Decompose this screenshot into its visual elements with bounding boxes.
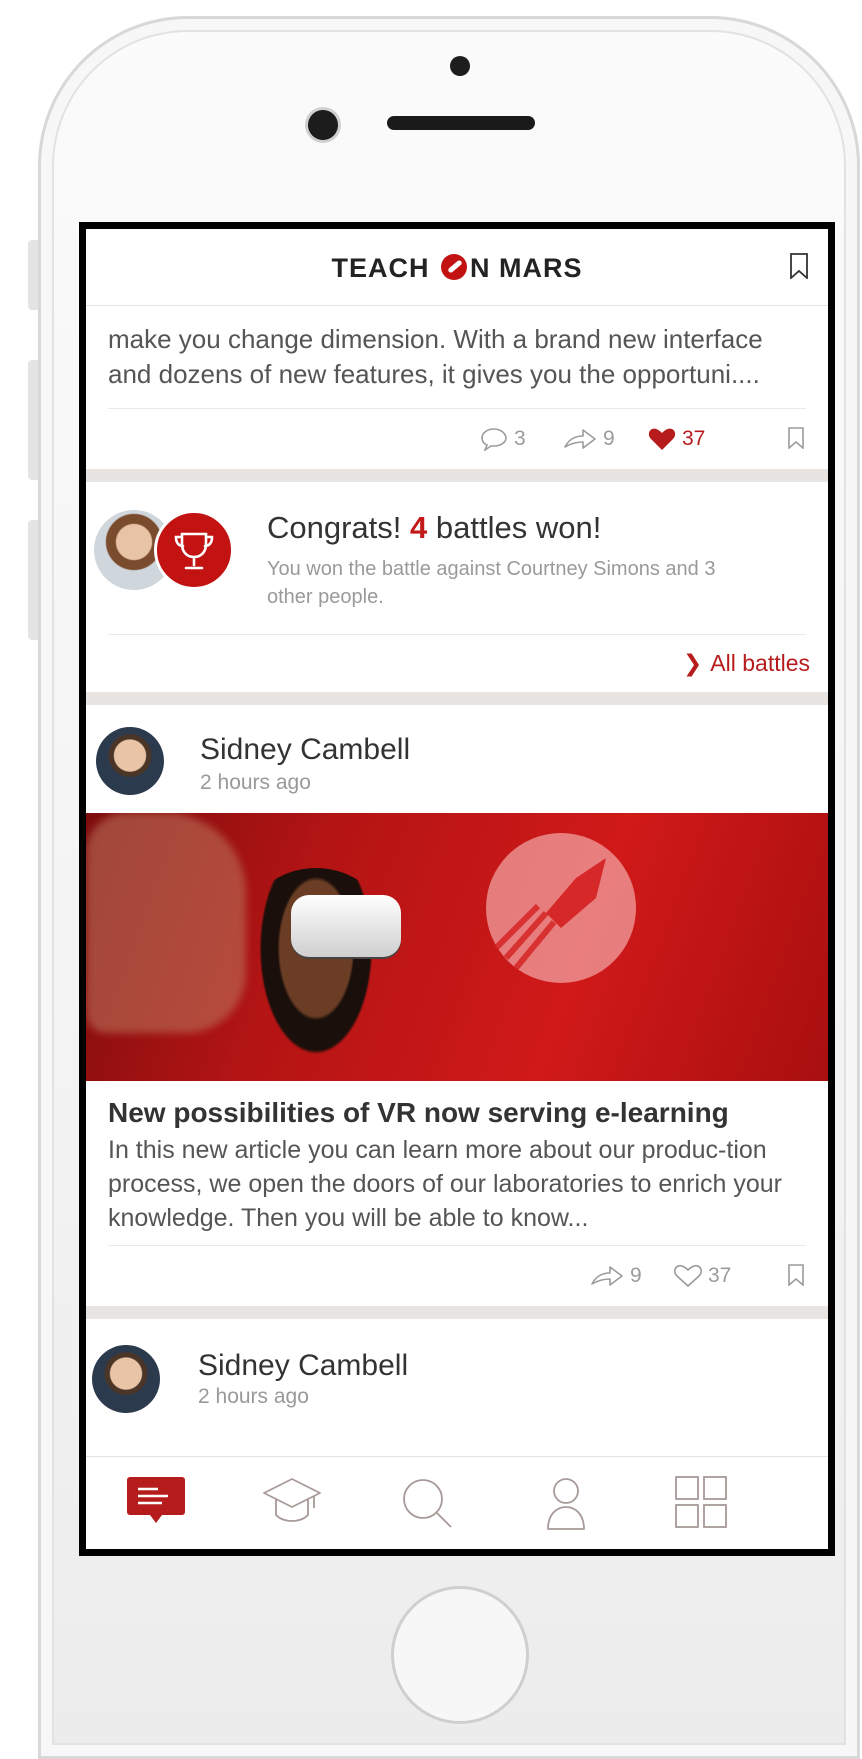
- post-actions: 9 37: [108, 1245, 806, 1306]
- front-sensor: [450, 56, 470, 76]
- tab-news-feed[interactable]: [126, 1475, 186, 1535]
- share-action[interactable]: 9: [563, 427, 615, 451]
- bookmark-icon: [788, 1264, 804, 1286]
- post-actions: 3 9 37: [108, 408, 806, 469]
- front-camera: [308, 110, 338, 140]
- logo-text-left: TEACH: [331, 253, 438, 283]
- separator: [86, 469, 828, 482]
- home-button[interactable]: [391, 1586, 529, 1724]
- graduation-cap-icon: [263, 1478, 321, 1522]
- separator: [86, 692, 828, 705]
- bookmark-action[interactable]: [788, 1264, 804, 1286]
- heart-outline-icon: [674, 1264, 702, 1288]
- article-title[interactable]: New possibilities of VR now serving e-le…: [86, 1081, 828, 1133]
- battle-title-suffix: battles won!: [427, 510, 602, 545]
- post-author-row[interactable]: Sidney Cambell 2 hours ago: [86, 705, 828, 813]
- news-feed[interactable]: make you change dimension. With a brand …: [86, 306, 828, 1429]
- bookmark-icon: [788, 427, 804, 449]
- like-action[interactable]: 37: [674, 1264, 731, 1288]
- bottom-tab-bar: [86, 1456, 828, 1549]
- like-action[interactable]: 37: [648, 427, 705, 451]
- heart-filled-icon: [648, 428, 676, 450]
- tab-courses[interactable]: [262, 1475, 322, 1535]
- battle-count: 4: [410, 510, 428, 545]
- vr-headset: [291, 895, 401, 957]
- post-time: 2 hours ago: [200, 771, 311, 794]
- earpiece-speaker: [387, 116, 535, 130]
- rocket-logo-icon: [441, 254, 467, 280]
- news-feed-icon: [127, 1477, 185, 1523]
- app-header: TEACH N MARS: [86, 229, 828, 306]
- article-excerpt: In this new article you can learn more a…: [108, 1136, 782, 1232]
- post-time: 2 hours ago: [198, 1385, 309, 1408]
- avatar: [92, 1345, 160, 1413]
- battle-title: Congrats! 4 battles won!: [267, 510, 601, 546]
- bookmarks-button[interactable]: [790, 253, 808, 280]
- app-logo[interactable]: TEACH N MARS: [86, 253, 828, 284]
- comment-icon: [481, 428, 507, 451]
- raised-hand: [86, 813, 246, 1033]
- search-icon: [403, 1479, 452, 1528]
- article-hero-image[interactable]: [86, 813, 828, 1081]
- author-name: Sidney Cambell: [198, 1349, 409, 1382]
- all-battles-link[interactable]: ❯ All battles: [683, 650, 810, 677]
- post-author-row[interactable]: Sidney Cambell 2 hours ago: [86, 1319, 828, 1429]
- avatar: [96, 727, 164, 795]
- battle-card[interactable]: Congrats! 4 battles won! You won the bat…: [86, 482, 828, 692]
- bookmark-action[interactable]: [788, 427, 804, 449]
- share-icon: [564, 429, 596, 449]
- rocket-icon: [493, 858, 606, 970]
- all-battles-label: All battles: [710, 650, 810, 676]
- separator: [86, 1306, 828, 1319]
- tab-profile[interactable]: [536, 1475, 596, 1535]
- share-action[interactable]: 9: [590, 1264, 642, 1288]
- share-icon: [591, 1266, 623, 1286]
- tab-search[interactable]: [399, 1475, 459, 1535]
- logo-text-right: N MARS: [470, 253, 583, 283]
- app-screen: make you change dimension. With a brand …: [86, 229, 828, 1549]
- trophy-icon: [174, 532, 214, 570]
- apps-grid-icon: [675, 1476, 727, 1528]
- bookmark-icon: [790, 253, 808, 280]
- post-card-partial[interactable]: make you change dimension. With a brand …: [86, 306, 828, 469]
- battle-title-prefix: Congrats!: [267, 510, 411, 545]
- author-name: Sidney Cambell: [200, 733, 411, 766]
- tab-apps[interactable]: [672, 1475, 732, 1535]
- share-count: 9: [630, 1264, 642, 1287]
- profile-icon: [547, 1478, 585, 1530]
- comment-count: 3: [514, 427, 526, 450]
- battle-subtitle: You won the battle against Courtney Simo…: [267, 558, 716, 608]
- share-count: 9: [603, 427, 615, 450]
- divider: [108, 634, 806, 635]
- chevron-right-icon: ❯: [683, 650, 703, 676]
- article-post-card[interactable]: Sidney Cambell 2 hours ago New possibili…: [86, 705, 828, 1306]
- comment-action[interactable]: 3: [480, 427, 526, 451]
- post-excerpt: make you change dimension. With a brand …: [108, 324, 763, 389]
- like-count: 37: [682, 427, 706, 450]
- trophy-badge: [154, 510, 234, 590]
- like-count: 37: [708, 1264, 732, 1287]
